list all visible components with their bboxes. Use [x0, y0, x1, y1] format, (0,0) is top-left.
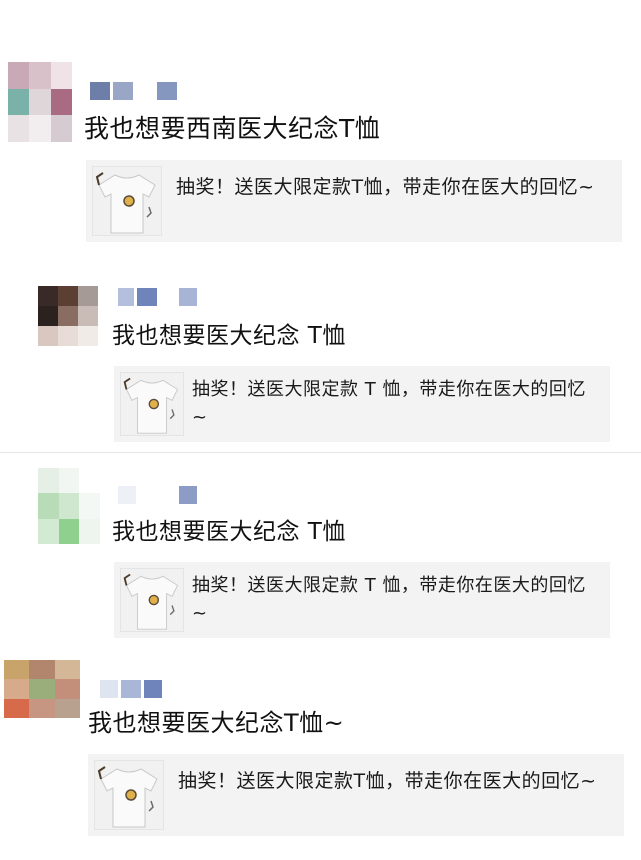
divider: [0, 652, 641, 653]
avatar[interactable]: [38, 286, 98, 346]
avatar-pixel: [58, 518, 80, 544]
avatar-pixel: [8, 62, 30, 89]
name-block: [137, 288, 157, 306]
avatar[interactable]: [38, 468, 100, 544]
avatar-pixel: [50, 115, 72, 142]
avatar-pixel: [50, 88, 72, 116]
name-block: [160, 486, 176, 504]
avatar-pixel: [38, 326, 58, 346]
comment-text: 我也想要西南医大纪念T恤: [84, 114, 381, 143]
avatar-pixel: [29, 88, 51, 116]
name-block: [118, 288, 134, 306]
divider: [0, 452, 641, 453]
avatar[interactable]: [8, 62, 72, 142]
avatar-pixel: [8, 115, 30, 142]
avatar-pixel: [8, 88, 30, 116]
avatar-pixel: [58, 286, 78, 306]
name-block: [165, 680, 179, 698]
avatar[interactable]: [4, 660, 80, 718]
avatar-pixel: [4, 698, 30, 718]
avatar-pixel: [58, 326, 78, 346]
avatar-pixel: [79, 468, 100, 494]
avatar-pixel: [79, 493, 100, 519]
card-title: 抽奖！送医大限定款 T 恤，带走你在医大的回忆 ~: [192, 379, 586, 428]
card-title: 抽奖！送医大限定款T恤，带走你在医大的回忆~: [176, 176, 595, 198]
tshirt-icon: [95, 172, 156, 234]
user-name-blurred[interactable]: [118, 486, 197, 504]
card-title: 抽奖！送医大限定款 T 恤，带走你在医大的回忆 ~: [192, 575, 586, 624]
shared-link-card[interactable]: 抽奖！送医大限定款 T 恤，带走你在医大的回忆 ~: [114, 562, 610, 638]
divider: [0, 256, 641, 257]
avatar-pixel: [58, 306, 78, 326]
avatar-pixel: [38, 306, 58, 326]
tshirt-thumbnail: [92, 166, 162, 236]
shared-link-card[interactable]: 抽奖！送医大限定款T恤，带走你在医大的回忆~: [88, 754, 624, 836]
avatar-pixel: [29, 679, 55, 699]
name-block: [179, 288, 197, 306]
name-block: [113, 82, 133, 100]
name-block: [90, 82, 110, 100]
avatar-pixel: [58, 493, 80, 519]
name-block: [136, 82, 154, 100]
avatar-pixel: [38, 493, 59, 519]
name-block: [139, 486, 157, 504]
tshirt-icon: [97, 766, 158, 828]
avatar-pixel: [54, 698, 80, 718]
avatar-pixel: [38, 468, 59, 494]
tshirt-thumbnail: [94, 760, 164, 830]
avatar-pixel: [4, 660, 30, 680]
name-block: [160, 288, 176, 306]
name-block: [100, 680, 118, 698]
avatar-pixel: [4, 679, 30, 699]
avatar-pixel: [79, 518, 100, 544]
shared-link-card[interactable]: 抽奖！送医大限定款T恤，带走你在医大的回忆~: [86, 160, 622, 242]
name-block: [157, 82, 177, 100]
card-title: 抽奖！送医大限定款T恤，带走你在医大的回忆~: [178, 770, 597, 792]
avatar-pixel: [38, 518, 59, 544]
tshirt-icon: [123, 377, 179, 434]
avatar-pixel: [58, 468, 80, 494]
name-block: [179, 486, 197, 504]
user-name-blurred[interactable]: [100, 680, 179, 698]
user-name-blurred[interactable]: [118, 288, 197, 306]
tshirt-icon: [123, 573, 179, 630]
avatar-pixel: [29, 698, 55, 718]
avatar-pixel: [78, 306, 98, 326]
avatar-pixel: [54, 679, 80, 699]
avatar-pixel: [78, 286, 98, 306]
avatar-pixel: [50, 62, 72, 89]
shared-link-card[interactable]: 抽奖！送医大限定款 T 恤，带走你在医大的回忆 ~: [114, 366, 610, 442]
tshirt-thumbnail: [120, 568, 184, 632]
comment-text: 我也想要医大纪念 T恤: [112, 323, 346, 349]
avatar-pixel: [78, 326, 98, 346]
avatar-pixel: [38, 286, 58, 306]
name-block: [121, 680, 141, 698]
name-block: [118, 486, 136, 504]
avatar-pixel: [54, 660, 80, 680]
name-block: [144, 680, 162, 698]
avatar-pixel: [29, 62, 51, 89]
tshirt-thumbnail: [120, 372, 184, 436]
user-name-blurred[interactable]: [90, 82, 177, 100]
comment-text: 我也想要医大纪念 T恤: [112, 519, 346, 545]
avatar-pixel: [29, 660, 55, 680]
avatar-pixel: [29, 115, 51, 142]
comment-text: 我也想要医大纪念T恤~: [88, 709, 345, 737]
